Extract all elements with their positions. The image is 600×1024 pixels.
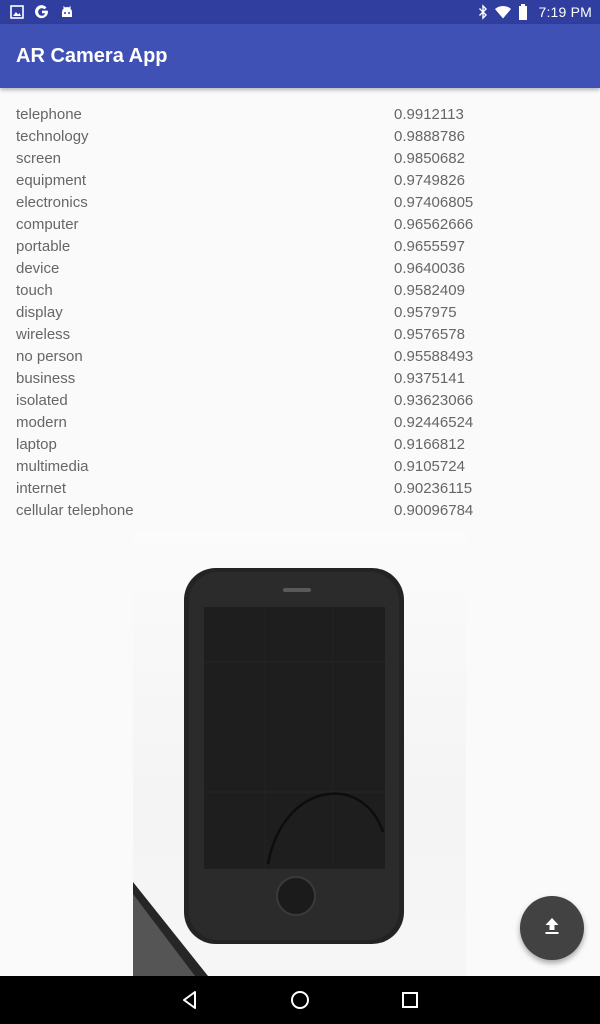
image-icon bbox=[10, 5, 24, 19]
navigation-bar bbox=[0, 976, 600, 1024]
result-label: equipment bbox=[16, 172, 87, 189]
result-row: multimedia 0.9105724 bbox=[0, 456, 600, 478]
result-label: electronics bbox=[16, 194, 88, 211]
wifi-icon bbox=[494, 5, 512, 19]
result-score: 0.9888786 bbox=[394, 128, 465, 145]
battery-icon bbox=[518, 4, 528, 20]
home-icon bbox=[291, 991, 309, 1009]
back-button[interactable] bbox=[178, 988, 202, 1012]
result-row: business 0.9375141 bbox=[0, 368, 600, 390]
result-score: 0.9576578 bbox=[394, 326, 465, 343]
result-row: computer 0.96562666 bbox=[0, 214, 600, 236]
result-label: portable bbox=[16, 238, 71, 255]
result-row: screen 0.9850682 bbox=[0, 148, 600, 170]
recents-icon bbox=[402, 992, 418, 1008]
result-score: 0.96562666 bbox=[394, 216, 474, 233]
result-row: modern 0.92446524 bbox=[0, 412, 600, 434]
result-score: 0.957975 bbox=[394, 304, 457, 321]
result-label: device bbox=[16, 260, 60, 277]
result-row: portable 0.9655597 bbox=[0, 236, 600, 258]
status-time: 7:19 PM bbox=[538, 4, 592, 20]
back-icon bbox=[183, 991, 196, 1009]
status-bar: 7:19 PM bbox=[0, 0, 600, 24]
result-label: business bbox=[16, 370, 76, 387]
result-row: device 0.9640036 bbox=[0, 258, 600, 280]
status-left-icons bbox=[10, 3, 74, 21]
result-score: 0.95588493 bbox=[394, 348, 474, 365]
result-score: 0.9749826 bbox=[394, 172, 465, 189]
result-row: electronics 0.97406805 bbox=[0, 192, 600, 214]
result-label: technology bbox=[16, 128, 89, 145]
result-row: touch 0.9582409 bbox=[0, 280, 600, 302]
result-score: 0.92446524 bbox=[394, 414, 474, 431]
result-row: wireless 0.9576578 bbox=[0, 324, 600, 346]
result-row: display 0.957975 bbox=[0, 302, 600, 324]
result-score: 0.97406805 bbox=[394, 194, 474, 211]
result-label: screen bbox=[16, 150, 62, 167]
recents-button[interactable] bbox=[398, 988, 422, 1012]
result-label: internet bbox=[16, 480, 67, 497]
result-score: 0.9912113 bbox=[394, 106, 464, 123]
android-icon bbox=[60, 5, 74, 19]
result-score: 0.93623066 bbox=[394, 392, 474, 409]
app-title: AR Camera App bbox=[16, 45, 168, 67]
home-button[interactable] bbox=[288, 988, 312, 1012]
result-row: laptop 0.9166812 bbox=[0, 434, 600, 456]
result-label: multimedia bbox=[16, 458, 89, 475]
result-label: computer bbox=[16, 216, 79, 233]
result-score: 0.9655597 bbox=[394, 238, 465, 255]
result-label: no person bbox=[16, 348, 83, 365]
result-label: telephone bbox=[16, 106, 82, 123]
result-row: internet 0.90236115 bbox=[0, 478, 600, 500]
status-right-icons: 7:19 PM bbox=[478, 3, 592, 21]
result-score: 0.9640036 bbox=[394, 260, 465, 277]
result-score: 0.90236115 bbox=[394, 480, 473, 497]
result-score: 0.9850682 bbox=[394, 150, 465, 167]
result-label: display bbox=[16, 304, 63, 321]
result-label: cellular telephone bbox=[16, 502, 134, 516]
result-label: modern bbox=[16, 414, 67, 431]
result-score: 0.9582409 bbox=[394, 282, 465, 299]
results-list[interactable]: telephone 0.9912113 technology 0.9888786 scr… bbox=[0, 104, 600, 516]
captured-photo bbox=[133, 532, 466, 976]
result-row: technology 0.9888786 bbox=[0, 126, 600, 148]
result-score: 0.90096784 bbox=[394, 502, 474, 516]
result-row: cellular telephone 0.90096784 bbox=[0, 500, 600, 516]
upload-icon bbox=[541, 915, 563, 942]
result-score: 0.9375141 bbox=[394, 370, 465, 387]
result-label: isolated bbox=[16, 392, 68, 409]
bluetooth-icon bbox=[478, 4, 488, 20]
result-label: touch bbox=[16, 282, 53, 299]
result-label: laptop bbox=[16, 436, 57, 453]
result-row: isolated 0.93623066 bbox=[0, 390, 600, 412]
result-label: wireless bbox=[16, 326, 71, 343]
app-bar: AR Camera App bbox=[0, 24, 600, 88]
result-row: equipment 0.9749826 bbox=[0, 170, 600, 192]
result-score: 0.9166812 bbox=[394, 436, 465, 453]
google-icon bbox=[34, 4, 50, 20]
result-score: 0.9105724 bbox=[394, 458, 465, 475]
result-row: no person 0.95588493 bbox=[0, 346, 600, 368]
result-row: telephone 0.9912113 bbox=[0, 104, 600, 126]
upload-button[interactable] bbox=[520, 896, 584, 960]
